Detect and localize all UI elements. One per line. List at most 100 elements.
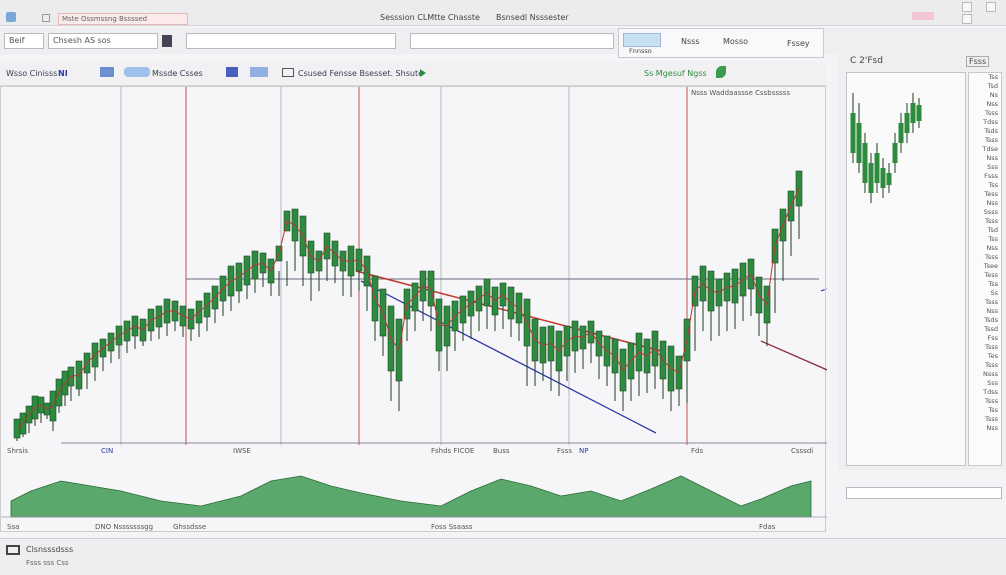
projection-line <box>820 287 827 292</box>
layout-icon[interactable] <box>250 67 268 77</box>
side-list-item[interactable]: Nss <box>969 424 1001 433</box>
side-list-item[interactable]: Ss <box>969 289 1001 298</box>
play-icon[interactable] <box>420 69 426 77</box>
right-panel-title: C 2'Fsd <box>850 56 883 66</box>
indicator-label-2: CIN <box>101 447 114 455</box>
side-list-item[interactable]: Nss <box>969 154 1001 163</box>
status-bar: Clsnsssdsss Fsss sss Css <box>0 538 1006 575</box>
indicator-label-5: Buss <box>493 447 510 455</box>
chart-type-icon[interactable] <box>100 67 114 77</box>
price-chart[interactable] <box>1 87 827 533</box>
title-bar: Mste Ossmssng Bssssed Sesssion CLMtte Ch… <box>0 0 1006 26</box>
side-list-item[interactable]: Tess <box>969 271 1001 280</box>
side-list-item[interactable]: Nss <box>969 307 1001 316</box>
side-list-item[interactable]: Tsds <box>969 316 1001 325</box>
indicator-label-6: Fsss <box>557 447 572 455</box>
mini-candle-body <box>916 105 922 121</box>
side-list-item[interactable]: Tsss <box>969 136 1001 145</box>
toolbar-label-3[interactable]: Mssde Csses <box>152 69 203 78</box>
side-list-item[interactable]: Tsss <box>969 298 1001 307</box>
info-label-1: Fnnsso <box>629 47 652 55</box>
input-field-three[interactable] <box>410 33 614 49</box>
chart-thumbnail-icon[interactable] <box>623 33 661 47</box>
indicator-icon[interactable] <box>124 67 150 77</box>
side-list-item[interactable]: Tss <box>969 280 1001 289</box>
indicator-label-4: Fshds FICOE <box>431 447 475 455</box>
side-list-item[interactable]: Nss <box>969 199 1001 208</box>
toolbar-label-2[interactable]: NI <box>58 69 68 78</box>
side-list-item[interactable]: Tdss <box>969 388 1001 397</box>
tab-close-icon[interactable] <box>42 14 50 22</box>
side-list-item[interactable]: Tsds <box>969 127 1001 136</box>
right-panel-input[interactable] <box>846 487 1002 499</box>
toolbar-label-1[interactable]: Wsso Cinisss <box>6 69 57 78</box>
mini-price-chart[interactable] <box>847 73 967 467</box>
main-chart-panel[interactable]: Nsss Waddaassse Cssbsssss Shrsis CIN IWS… <box>0 86 827 533</box>
minimize-button[interactable] <box>962 14 972 24</box>
maximize-button[interactable] <box>962 2 972 12</box>
indicator-label-7: Fds <box>691 447 704 455</box>
side-list-item[interactable]: Sss <box>969 163 1001 172</box>
side-list-item[interactable]: Tes <box>969 352 1001 361</box>
side-list-item[interactable]: Tsss <box>969 415 1001 424</box>
mini-candle-body <box>892 143 898 163</box>
mini-candle-body <box>880 168 886 188</box>
side-list-item[interactable]: Ssss <box>969 208 1001 217</box>
side-list-item[interactable]: Tsss <box>969 253 1001 262</box>
notification-icon[interactable] <box>912 12 934 20</box>
side-list-item[interactable]: Tsss <box>969 343 1001 352</box>
side-list-item[interactable]: Tsss <box>969 361 1001 370</box>
toolbar-label-5[interactable]: Ss Mgesuf Ngss <box>644 69 707 78</box>
dropdown-icon[interactable] <box>162 35 172 47</box>
side-list: Tss Tsd Ns Nss Tsss Tdss Tsds Tsss Tdse Nss Sss Fss… <box>968 72 1002 466</box>
template-icon[interactable] <box>282 68 294 77</box>
info-label-2: Nsss <box>681 37 700 46</box>
bottom-axis-label-5: Fdas <box>759 523 776 531</box>
side-list-item[interactable]: Tss <box>969 406 1001 415</box>
mini-candle-body <box>862 143 868 183</box>
side-list-item[interactable]: Ns <box>969 91 1001 100</box>
right-panel-corner-label[interactable]: Fsss <box>966 56 990 67</box>
info-label-4: Fssey <box>787 39 810 48</box>
side-list-item[interactable]: Tsd <box>969 226 1001 235</box>
mini-candle-body <box>856 123 862 163</box>
search-field[interactable]: Chsesh AS sos <box>48 33 158 49</box>
indicator-label-9: Csssdi <box>791 447 814 455</box>
status-icon <box>6 545 20 555</box>
side-list-item[interactable]: Tsss <box>969 397 1001 406</box>
side-list-item[interactable]: Tss <box>969 235 1001 244</box>
bottom-axis-label-3: Ghssdsse <box>173 523 207 531</box>
side-list-item[interactable]: Tdse <box>969 145 1001 154</box>
mini-candle-body <box>910 103 916 123</box>
side-list-item[interactable]: Tsss <box>969 217 1001 226</box>
side-list-item[interactable]: Sss <box>969 379 1001 388</box>
close-button[interactable] <box>986 2 996 12</box>
bottom-axis-label-4: Foss Ssaass <box>431 523 473 531</box>
side-list-item[interactable]: Tsss <box>969 109 1001 118</box>
status-label: Clsnsssdsss <box>26 545 74 554</box>
side-list-item[interactable]: Fsss <box>969 172 1001 181</box>
side-list-item[interactable]: Tess <box>969 190 1001 199</box>
side-list-item[interactable]: Tdss <box>969 118 1001 127</box>
bottom-axis-label-1: Ssa <box>7 523 20 531</box>
mini-candle-body <box>850 113 856 153</box>
side-list-item[interactable]: Nsss <box>969 370 1001 379</box>
side-list-item[interactable]: Tsee <box>969 262 1001 271</box>
input-field-two[interactable] <box>186 33 396 49</box>
drawing-icon[interactable] <box>226 67 238 77</box>
bottom-axis-label-2: DNO Nsssssssgg <box>95 523 154 531</box>
side-list-item[interactable]: Tss <box>969 181 1001 190</box>
side-list-item[interactable]: Tssd <box>969 325 1001 334</box>
side-list-item[interactable]: Nss <box>969 244 1001 253</box>
toolbar-label-4[interactable]: Csused Fensse Bsesset. Shsute <box>298 69 423 78</box>
info-panel: Fnnsso Nsss Mosso Fssey <box>618 28 824 58</box>
window-tab[interactable]: Mste Ossmssng Bssssed <box>58 13 188 25</box>
side-list-item[interactable]: Tsd <box>969 82 1001 91</box>
info-label-3: Mosso <box>723 37 749 46</box>
side-list-item[interactable]: Tss <box>969 73 1001 82</box>
mini-candle-body <box>898 123 904 143</box>
side-list-item[interactable]: Fss <box>969 334 1001 343</box>
side-list-item[interactable]: Nss <box>969 100 1001 109</box>
symbol-field[interactable]: Beif <box>4 33 44 49</box>
mini-chart[interactable] <box>846 72 966 466</box>
